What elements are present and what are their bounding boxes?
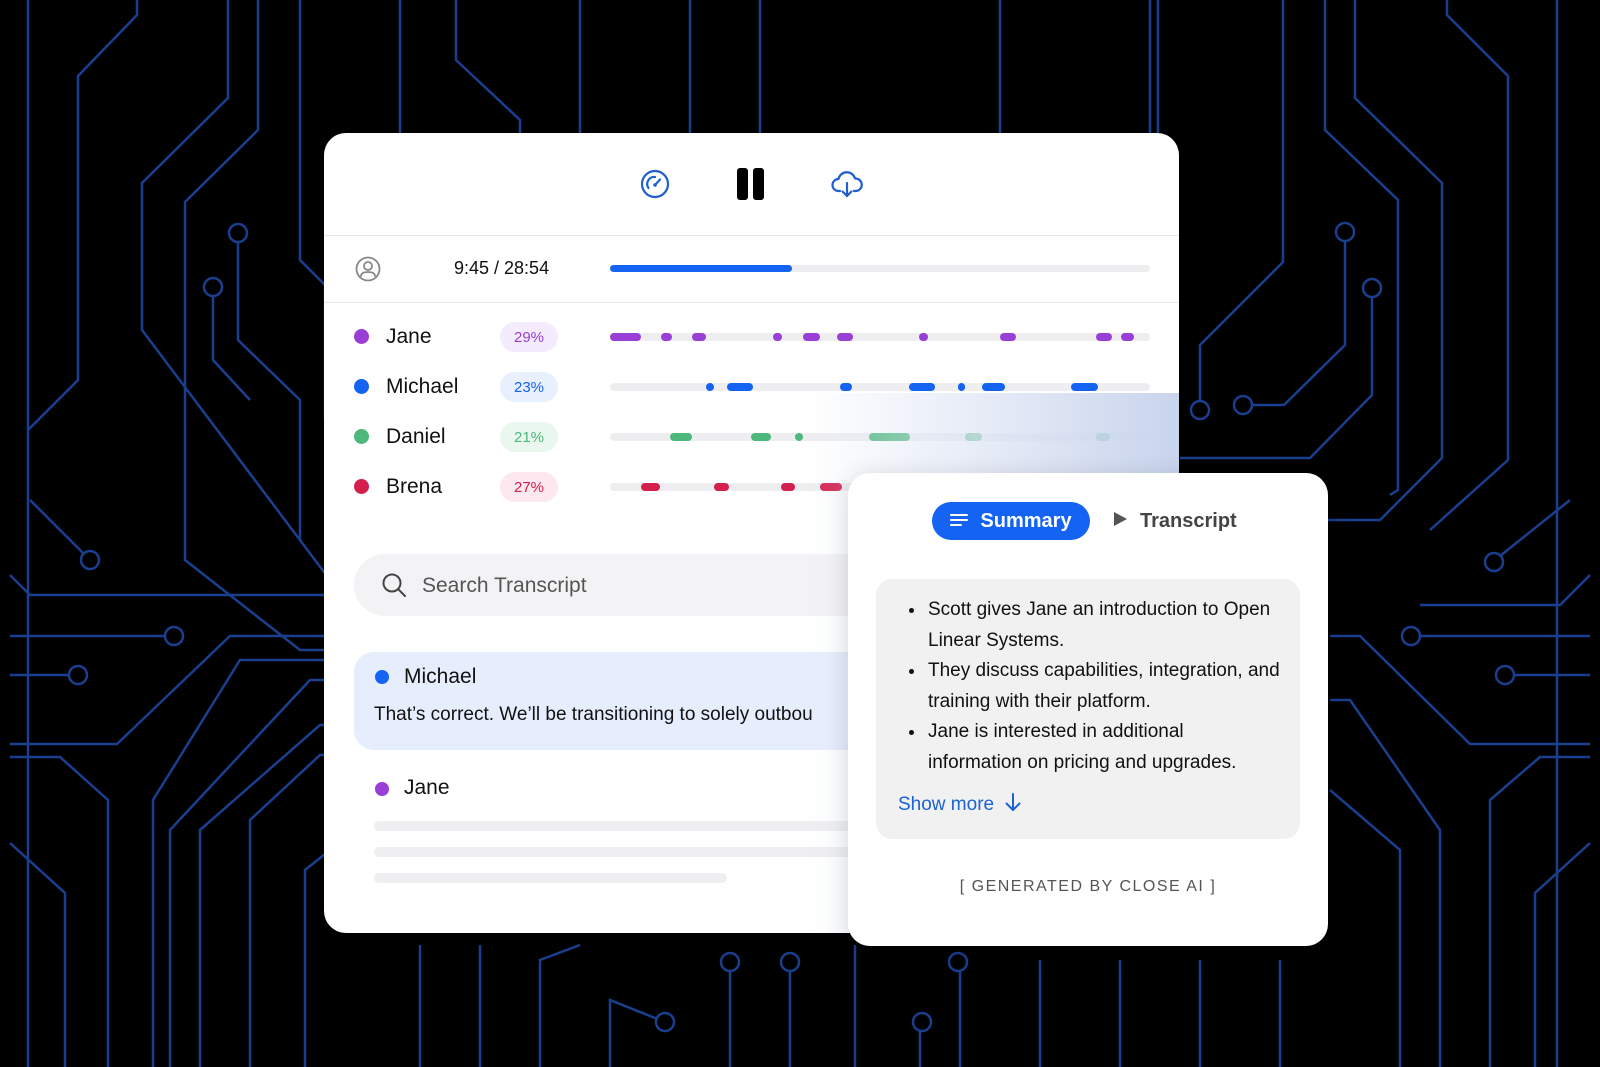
playback-progress-fill: [610, 265, 792, 272]
speaking-segment[interactable]: [610, 333, 641, 341]
speaking-segment[interactable]: [780, 483, 796, 491]
speaker-name: Jane: [386, 325, 432, 348]
playback-time: 9:45 / 28:54: [454, 258, 550, 278]
speaking-segment[interactable]: [1096, 333, 1113, 341]
tab-summary[interactable]: Summary: [932, 502, 1090, 540]
summary-bullet: They discuss capabilities, integration, …: [926, 656, 1280, 717]
text-placeholder-line: [374, 873, 727, 883]
speaker-color-dot: [354, 429, 369, 444]
speaking-segment[interactable]: [868, 433, 910, 441]
speaking-segment[interactable]: [692, 333, 707, 341]
transcript-speaker-name: Jane: [404, 776, 450, 799]
speaking-segment[interactable]: [706, 383, 715, 391]
speaker-name: Daniel: [386, 425, 446, 448]
speaker-name: Michael: [386, 375, 459, 398]
speaker-color-dot: [354, 479, 369, 494]
speaking-segment[interactable]: [918, 333, 929, 341]
speaker-color-dot: [375, 670, 389, 684]
ai-summary-card: Summary Transcript Scott gives Jane an i…: [848, 473, 1328, 946]
pause-button[interactable]: [733, 166, 769, 202]
speaker-timeline-track[interactable]: [610, 383, 1150, 391]
speaking-segment[interactable]: [670, 433, 693, 441]
speaking-segment[interactable]: [803, 333, 820, 341]
speaking-segment[interactable]: [1096, 433, 1111, 441]
arrow-down-icon: [1004, 792, 1022, 818]
playback-progress-bar[interactable]: [610, 265, 1150, 272]
show-more-link[interactable]: Show more: [898, 792, 1022, 818]
tab-transcript-label: Transcript: [1140, 509, 1237, 532]
speaking-segment[interactable]: [908, 383, 936, 391]
speaker-color-dot: [354, 379, 369, 394]
speaker-color-dot: [375, 782, 389, 796]
speaker-name: Brena: [386, 475, 443, 498]
tab-summary-label: Summary: [980, 509, 1072, 532]
speaking-segment[interactable]: [999, 333, 1017, 341]
talk-share-badge: 29%: [500, 322, 558, 352]
playback-status-row: 9:45 / 28:54: [324, 236, 1179, 303]
cloud-download-icon[interactable]: [829, 166, 865, 202]
talk-share-badge: 21%: [500, 422, 558, 452]
speaking-segment[interactable]: [714, 483, 729, 491]
talk-share-badge: 27%: [500, 472, 558, 502]
speaking-segment[interactable]: [795, 433, 803, 441]
show-more-label: Show more: [898, 794, 995, 815]
speaking-segment[interactable]: [957, 383, 966, 391]
speaking-segment[interactable]: [1121, 333, 1134, 341]
search-icon: [380, 571, 408, 604]
user-avatar-icon: [355, 256, 381, 287]
speaking-segment[interactable]: [772, 333, 782, 341]
speaking-segment[interactable]: [726, 383, 754, 391]
speaking-segment[interactable]: [819, 483, 843, 491]
transcript-speaker-name: Michael: [404, 665, 477, 688]
play-icon: [1112, 510, 1128, 533]
summary-bullet: Scott gives Jane an introduction to Open…: [926, 595, 1280, 656]
generated-by-label: [ GENERATED BY CLOSE AI ]: [959, 878, 1217, 895]
speaking-segment[interactable]: [1071, 383, 1098, 391]
speaker-row: Jane 29%: [354, 322, 1154, 352]
speaker-row: Michael 23%: [354, 372, 1154, 402]
speaker-color-dot: [354, 329, 369, 344]
list-icon: [950, 510, 969, 533]
pause-icon: [737, 168, 764, 200]
speaking-segment[interactable]: [640, 483, 661, 491]
tab-transcript[interactable]: Transcript: [1112, 502, 1237, 540]
summary-bullet-list: Scott gives Jane an introduction to Open…: [876, 595, 1300, 778]
transcript-text: That’s correct. We’ll be transitioning t…: [374, 704, 813, 725]
summary-bullet: Jane is interested in additional informa…: [926, 717, 1280, 778]
speaking-segment[interactable]: [982, 383, 1005, 391]
speaker-row: Daniel 21%: [354, 422, 1154, 452]
talk-share-badge: 23%: [500, 372, 558, 402]
speaker-timeline-track[interactable]: [610, 433, 1150, 441]
speaking-segment[interactable]: [964, 433, 983, 441]
speedometer-icon[interactable]: [637, 166, 673, 202]
speaking-segment[interactable]: [840, 383, 853, 391]
speaking-segment[interactable]: [750, 433, 772, 441]
summary-content: Scott gives Jane an introduction to Open…: [876, 579, 1300, 839]
speaking-segment[interactable]: [661, 333, 672, 341]
speaker-timeline-track[interactable]: [610, 333, 1150, 341]
player-toolbar: [324, 133, 1179, 236]
speaking-segment[interactable]: [836, 333, 853, 341]
